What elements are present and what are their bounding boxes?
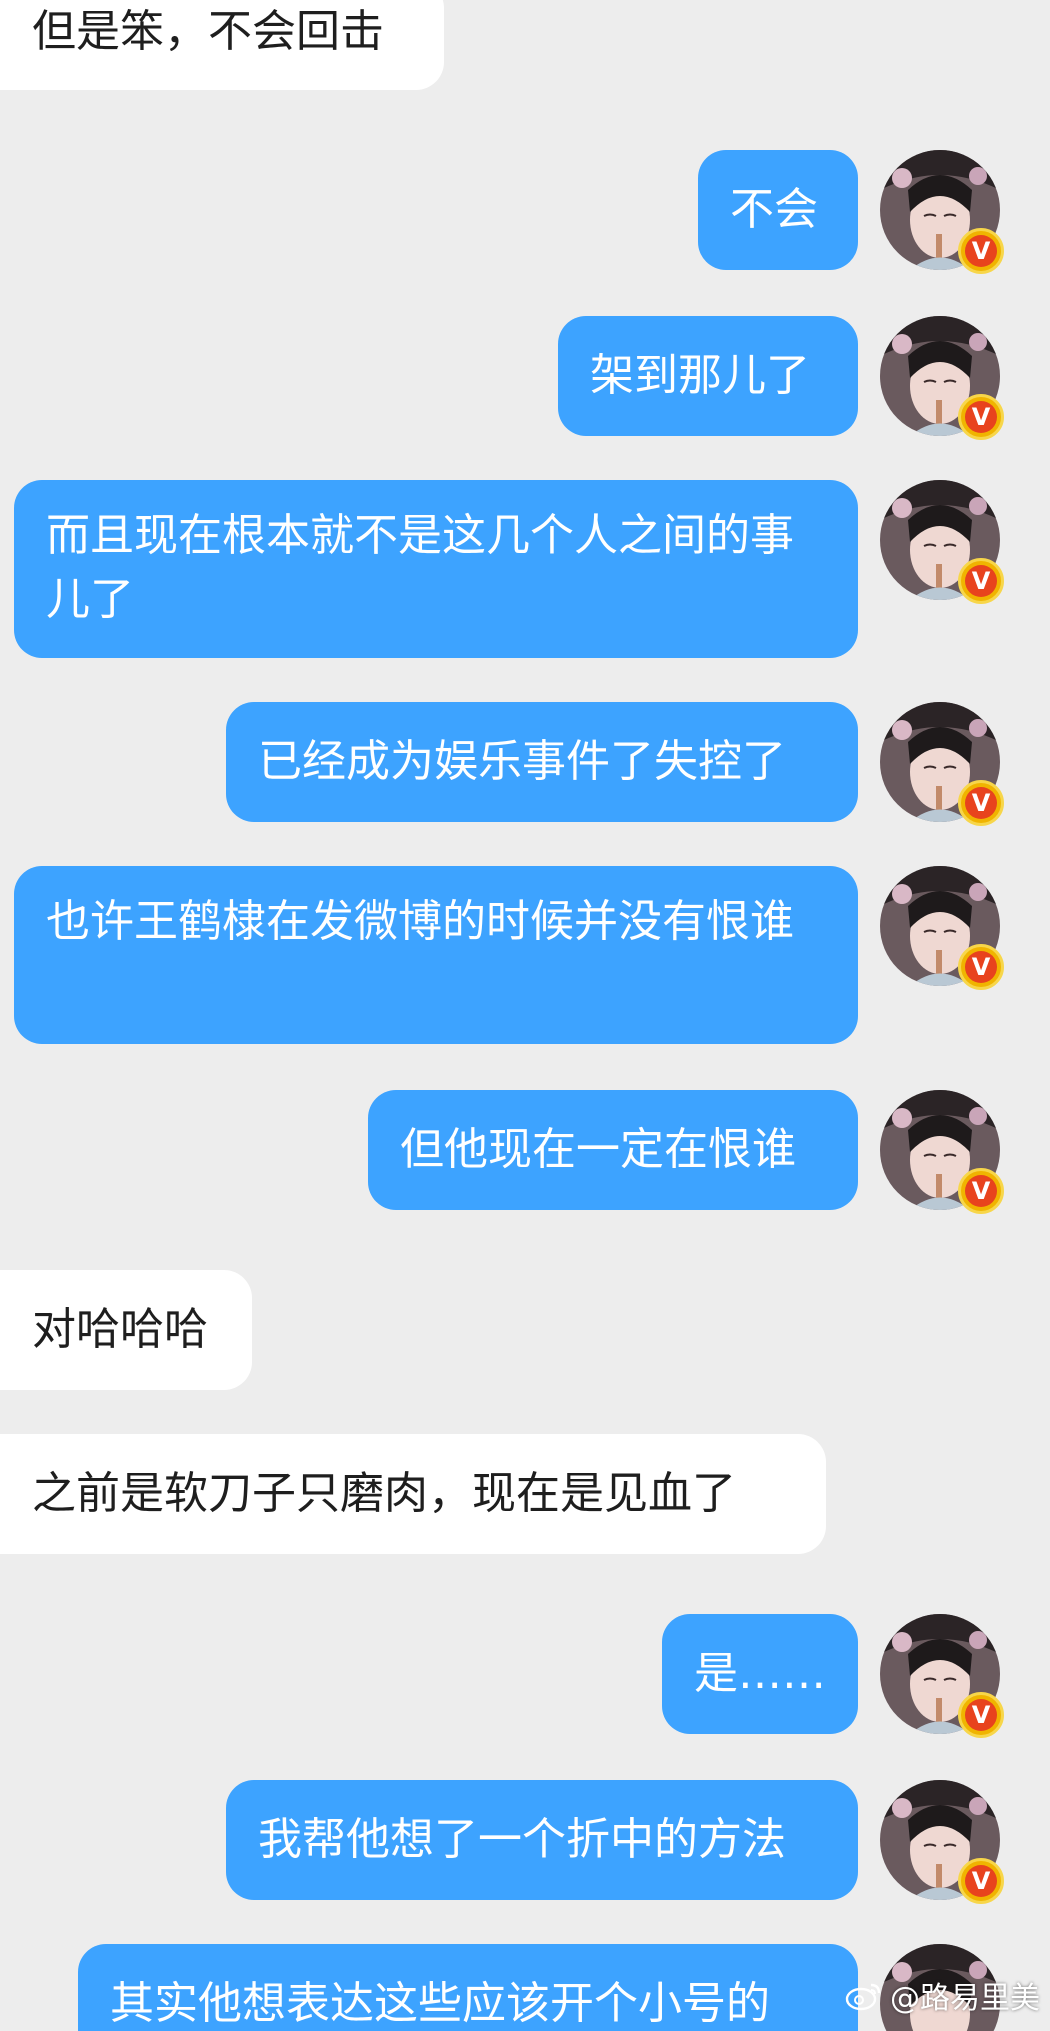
outgoing-message-bubble[interactable]: 架到那儿了 — [558, 316, 858, 436]
outgoing-message-bubble[interactable]: 是…… — [662, 1614, 858, 1734]
avatar[interactable]: V — [880, 1614, 1004, 1738]
outgoing-message-bubble[interactable]: 我帮他想了一个折中的方法 — [226, 1780, 858, 1900]
outgoing-message-bubble[interactable]: 而且现在根本就不是这几个人之间的事儿了 — [14, 480, 858, 658]
outgoing-message-bubble[interactable]: 不会 — [698, 150, 858, 270]
outgoing-message-bubble[interactable]: 已经成为娱乐事件了失控了 — [226, 702, 858, 822]
verified-badge-label: V — [965, 565, 997, 597]
verified-badge-icon: V — [958, 780, 1004, 826]
avatar[interactable]: V — [880, 316, 1004, 440]
watermark-text: @路易里美 — [890, 1981, 1040, 2016]
incoming-message-bubble[interactable]: 之前是软刀子只磨肉，现在是见血了 — [0, 1434, 826, 1554]
incoming-message-bubble[interactable]: 对哈哈哈 — [0, 1270, 252, 1390]
outgoing-message-bubble[interactable]: 也许王鹤棣在发微博的时候并没有恨谁 — [14, 866, 858, 1044]
avatar[interactable]: V — [880, 480, 1004, 604]
verified-badge-label: V — [965, 951, 997, 983]
avatar[interactable]: V — [880, 702, 1004, 826]
outgoing-message-bubble[interactable]: 但他现在一定在恨谁 — [368, 1090, 858, 1210]
verified-badge-label: V — [965, 1699, 997, 1731]
verified-badge-icon: V — [958, 558, 1004, 604]
verified-badge-label: V — [965, 235, 997, 267]
verified-badge-icon: V — [958, 1692, 1004, 1738]
verified-badge-icon: V — [958, 1168, 1004, 1214]
outgoing-message-bubble[interactable]: 其实他想表达这些应该开个小号的 — [78, 1944, 858, 2031]
verified-badge-label: V — [965, 1865, 997, 1897]
verified-badge-icon: V — [958, 944, 1004, 990]
verified-badge-label: V — [965, 787, 997, 819]
chat-conversation: 但是笨，不会回击 不会 V 架到那儿了 V 而且现在根本就不是这几个人之间的事儿… — [0, 0, 1050, 2031]
avatar[interactable]: V — [880, 866, 1004, 990]
weibo-icon — [845, 1983, 881, 2011]
avatar[interactable]: V — [880, 1780, 1004, 1904]
weibo-watermark: @路易里美 — [844, 1973, 1040, 2017]
verified-badge-icon: V — [958, 394, 1004, 440]
incoming-message-bubble[interactable]: 但是笨，不会回击 — [0, 0, 444, 90]
avatar[interactable]: V — [880, 150, 1004, 274]
verified-badge-label: V — [965, 1175, 997, 1207]
verified-badge-icon: V — [958, 1858, 1004, 1904]
avatar[interactable]: V — [880, 1090, 1004, 1214]
verified-badge-icon: V — [958, 228, 1004, 274]
verified-badge-label: V — [965, 401, 997, 433]
